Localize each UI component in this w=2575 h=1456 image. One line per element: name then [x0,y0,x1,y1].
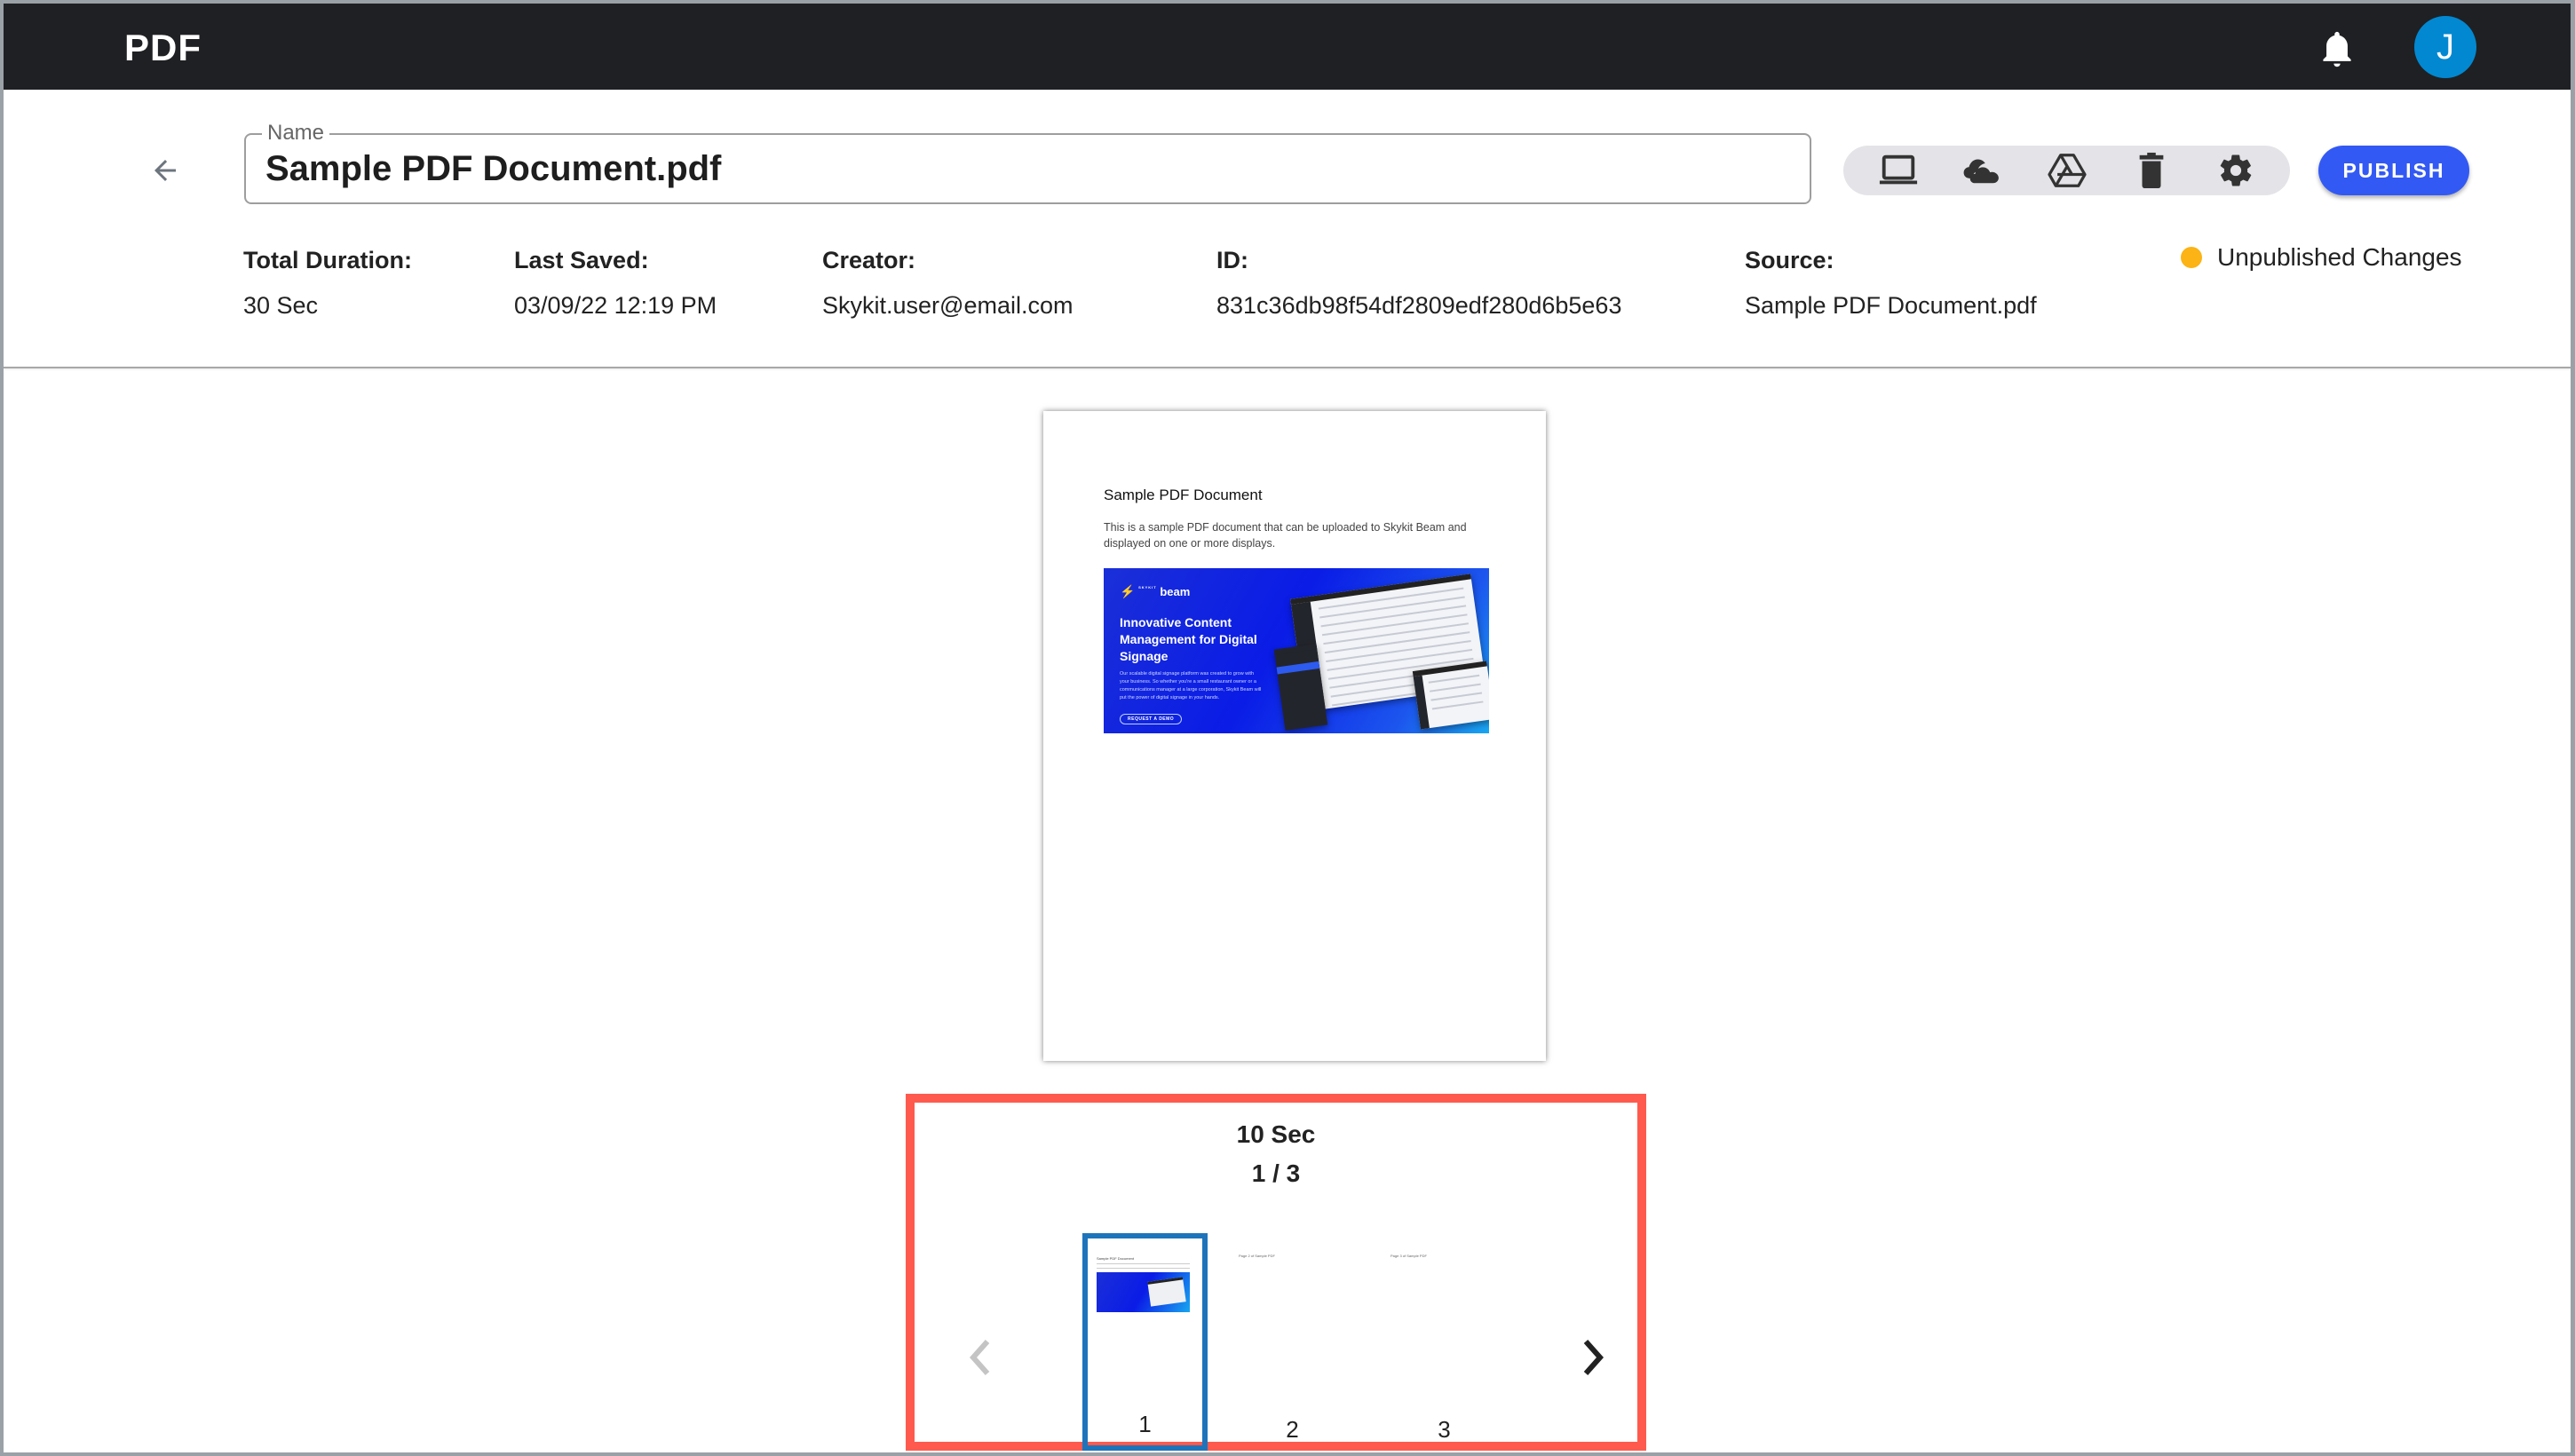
chevron-right-icon [1583,1340,1604,1375]
page-thumbnail-3[interactable]: Page 3 of Sample PDF 3 [1382,1233,1507,1451]
meta-last-saved: Last Saved: 03/09/22 12:19 PM [514,247,717,320]
app-title: PDF [124,27,202,68]
banner-screenshot-small [1412,661,1489,730]
publish-status: Unpublished Changes [2181,243,2462,272]
avatar-initial: J [2436,27,2454,67]
onedrive-button[interactable] [1958,147,2008,194]
previous-page-button[interactable] [963,1335,998,1380]
user-avatar[interactable]: J [2414,16,2476,78]
trash-icon [2139,152,2163,189]
last-saved-label: Last Saved: [514,247,649,273]
next-page-button[interactable] [1575,1335,1611,1380]
preview-body: This is a sample PDF document that can b… [1104,521,1467,550]
id-label: ID: [1216,247,1248,273]
thumbnail-number: 2 [1286,1416,1299,1443]
creator-label: Creator: [822,247,916,273]
total-duration-value: 30 Sec [243,292,319,319]
page-thumbnail-2[interactable]: Page 2 of Sample PDF 2 [1230,1233,1355,1451]
thumbnail-caption: Page 2 of Sample PDF [1239,1254,1275,1258]
total-duration-label: Total Duration: [243,247,412,273]
meta-creator: Creator: Skykit.user@email.com [822,247,1073,320]
beam-logo-icon: ⚡ [1120,584,1136,598]
delete-button[interactable] [2127,147,2176,194]
meta-total-duration: Total Duration: 30 Sec [243,247,412,320]
banner-cta: REQUEST A DEMO [1120,714,1183,724]
preview-banner-image: ⚡ SKYKIT beam Innovative Content Managem… [1104,568,1489,733]
gear-icon [2220,154,2251,186]
thumbnail-number: 1 [1138,1411,1152,1437]
app-bar: PDF J [4,4,2571,90]
source-label: Source: [1745,247,1834,273]
meta-id: ID: 831c36db98f54df2809edf280d6b5e63 [1216,247,1621,320]
thumbnail-page-image: Sample PDF Document [1097,1251,1196,1375]
app-window: PDF J Name Sample PDF Document.pdf PUBLI… [4,4,2571,1452]
source-value: Sample PDF Document.pdf [1745,292,2037,319]
banner-text: Our scalable digital signage platform wa… [1120,671,1262,700]
id-value: 831c36db98f54df2809edf280d6b5e63 [1216,292,1622,319]
publish-button[interactable]: PUBLISH [2318,146,2469,195]
name-field-label: Name [262,121,330,146]
meta-source: Source: Sample PDF Document.pdf [1745,247,2037,320]
cloud-icon [1963,159,1999,184]
creator-value: Skykit.user@email.com [822,292,1074,319]
page-duration: 10 Sec [1236,1120,1316,1148]
display-button[interactable] [1874,147,1923,194]
notifications-bell-icon[interactable] [2318,28,2357,71]
status-text: Unpublished Changes [2217,243,2462,271]
banner-brand: beam [1160,585,1191,598]
google-drive-button[interactable] [2042,147,2092,194]
name-field[interactable]: Name [244,121,1811,204]
pdf-page-preview: Sample PDF Document This is a sample PDF… [1043,411,1546,1061]
banner-logo: ⚡ SKYKIT beam [1120,584,1190,599]
arrow-left-icon [154,160,176,181]
banner-brand-small: SKYKIT [1138,585,1157,590]
name-input[interactable] [265,146,1775,192]
chevron-left-icon [969,1340,990,1375]
action-toolbar [1843,146,2290,195]
status-dot-icon [2181,247,2202,268]
google-drive-icon [2047,154,2087,187]
preview-title: Sample PDF Document [1104,487,1263,503]
thumbnail-caption: Page 3 of Sample PDF [1390,1254,1427,1258]
thumbnail-caption: Sample PDF Document [1097,1256,1135,1261]
last-saved-value: 03/09/22 12:19 PM [514,292,717,319]
page-thumbnail-1[interactable]: Sample PDF Document 1 [1082,1233,1208,1451]
laptop-icon [1879,154,1917,185]
page-selector: 10 Sec 1 / 3 Sample PDF Document 1 Page … [906,1094,1646,1451]
page-counter: 1 / 3 [1251,1159,1301,1187]
thumbnail-page-image: Page 3 of Sample PDF [1390,1246,1490,1370]
banner-headline: Innovative Content Management for Digita… [1120,615,1257,663]
header-divider [4,367,2571,368]
thumbnail-number: 3 [1438,1416,1451,1443]
back-button[interactable] [146,151,185,190]
settings-button[interactable] [2211,147,2261,194]
thumbnail-page-image: Page 2 of Sample PDF [1239,1246,1338,1370]
